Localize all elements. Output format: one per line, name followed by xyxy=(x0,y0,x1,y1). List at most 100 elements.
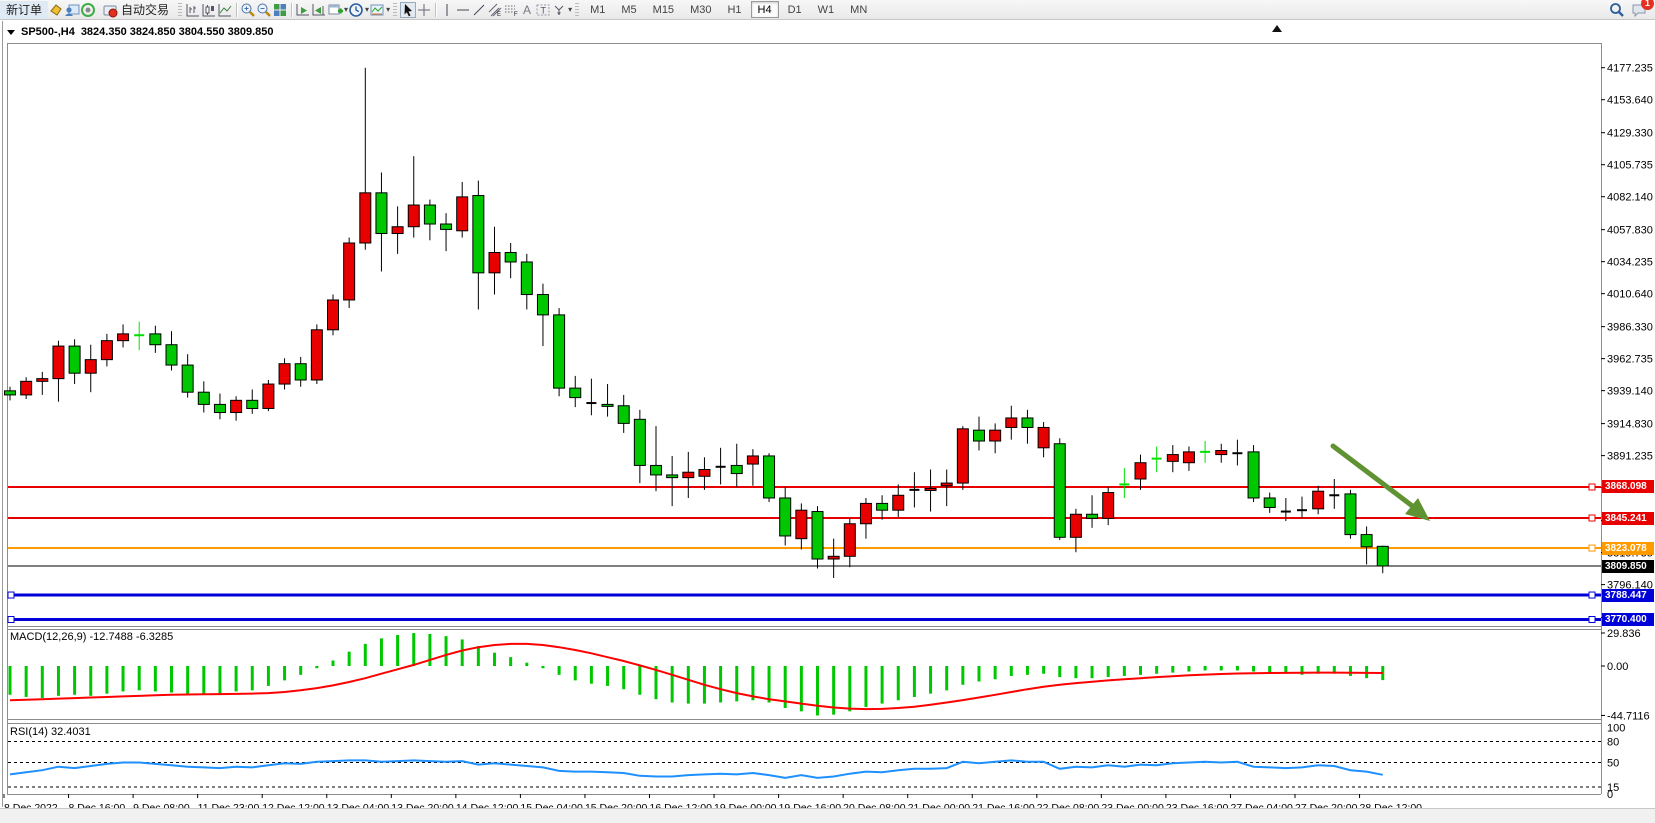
toolbar-grip[interactable] xyxy=(178,3,182,17)
pane-borders xyxy=(7,43,1602,795)
trendline-tool-icon[interactable] xyxy=(471,2,487,18)
label-tool-icon[interactable]: T xyxy=(535,2,551,18)
chart-shift-icon[interactable] xyxy=(311,2,327,18)
line-drag-handle[interactable] xyxy=(1589,592,1595,598)
chart-window: SP500-,H4 3824.350 3824.850 3804.550 380… xyxy=(0,21,1655,823)
svg-text:4010.640: 4010.640 xyxy=(1607,289,1653,301)
cursor-tool-icon[interactable] xyxy=(400,2,416,18)
timeframe-button-m1[interactable]: M1 xyxy=(583,1,612,18)
price-label-chip: 3845.241 xyxy=(1602,512,1654,525)
toolbar-separator xyxy=(291,3,292,17)
fibonacci-tool-icon[interactable]: F xyxy=(503,2,519,18)
crosshair-tool-icon[interactable] xyxy=(416,2,432,18)
svg-text:4129.330: 4129.330 xyxy=(1607,128,1653,140)
toolbar-separator xyxy=(236,3,237,17)
toolbar: 新订单 自动交易 ▾ ▾ xyxy=(0,0,1655,20)
timeframe-button-m15[interactable]: M15 xyxy=(646,1,681,18)
svg-text:A: A xyxy=(523,3,531,17)
arrows-caret[interactable]: ▾ xyxy=(568,5,572,14)
svg-text:4153.640: 4153.640 xyxy=(1607,95,1653,107)
svg-text:3914.830: 3914.830 xyxy=(1607,419,1653,431)
svg-text:50: 50 xyxy=(1607,758,1619,770)
timeframe-button-mn[interactable]: MN xyxy=(843,1,874,18)
template-caret[interactable]: ▾ xyxy=(386,5,390,14)
svg-text:T: T xyxy=(541,5,547,15)
text-tool-icon[interactable]: A xyxy=(519,2,535,18)
toolbar-separator xyxy=(435,3,436,17)
timeframe-button-m30[interactable]: M30 xyxy=(683,1,718,18)
rsi-label: RSI(14) 32.4031 xyxy=(10,726,91,738)
price-label-chip: 3809.850 xyxy=(1602,560,1654,573)
line-drag-handle[interactable] xyxy=(1589,545,1595,551)
svg-text:4057.830: 4057.830 xyxy=(1607,225,1653,237)
vertical-line-tool-icon[interactable] xyxy=(439,2,455,18)
svg-text:80: 80 xyxy=(1607,737,1619,749)
svg-text:29.836: 29.836 xyxy=(1607,628,1641,640)
macd-label: MACD(12,26,9) -12.7488 -6.3285 xyxy=(10,631,173,643)
candlesticks[interactable] xyxy=(5,68,1389,578)
radar-icon[interactable] xyxy=(80,2,96,18)
macd-histogram xyxy=(10,633,1383,715)
svg-text:0: 0 xyxy=(1607,789,1613,801)
equidistant-channel-tool-icon[interactable]: E xyxy=(487,2,503,18)
candlestick-type-icon[interactable] xyxy=(201,2,217,18)
horizontal-price-lines[interactable] xyxy=(8,484,1601,623)
timeframe-button-h1[interactable]: H1 xyxy=(720,1,748,18)
price-axis: 4177.235 4153.640 4129.330 4105.735 4082.140… xyxy=(1601,63,1653,801)
svg-text:4034.235: 4034.235 xyxy=(1607,257,1653,269)
line-drag-handle[interactable] xyxy=(8,617,14,623)
toolbar-grip[interactable] xyxy=(575,3,579,17)
line-drag-handle[interactable] xyxy=(1589,515,1595,521)
svg-text:3891.235: 3891.235 xyxy=(1607,451,1653,463)
profiles-clock-icon[interactable] xyxy=(348,2,364,18)
zoom-in-icon[interactable] xyxy=(240,2,256,18)
zoom-out-icon[interactable] xyxy=(256,2,272,18)
svg-text:3986.330: 3986.330 xyxy=(1607,322,1653,334)
price-label-chip: 3770.400 xyxy=(1602,613,1654,626)
svg-text:E: E xyxy=(497,12,501,18)
search-icon[interactable] xyxy=(1609,2,1625,18)
svg-text:4105.735: 4105.735 xyxy=(1607,160,1653,172)
macd-signal-line xyxy=(10,644,1383,709)
line-drag-handle[interactable] xyxy=(1589,617,1595,623)
timeframe-group: M1M5M15M30H1H4D1W1MN xyxy=(582,1,875,18)
toolbar-grip[interactable] xyxy=(393,3,397,17)
auto-scroll-icon[interactable] xyxy=(295,2,311,18)
svg-text:4082.140: 4082.140 xyxy=(1607,192,1653,204)
new-order-button[interactable]: 新订单 xyxy=(0,1,48,19)
svg-text:4177.235: 4177.235 xyxy=(1607,63,1653,75)
tile-windows-icon[interactable] xyxy=(272,2,288,18)
horizontal-line-tool-icon[interactable] xyxy=(455,2,471,18)
chart-canvas[interactable]: 4177.235 4153.640 4129.330 4105.735 4082.140… xyxy=(0,21,1655,823)
autotrading-label: 自动交易 xyxy=(121,1,169,18)
svg-text:F: F xyxy=(514,12,518,18)
line-drag-handle[interactable] xyxy=(8,592,14,598)
navigator-icon[interactable] xyxy=(64,2,80,18)
timeframe-button-h4[interactable]: H4 xyxy=(751,1,779,18)
new-order-label: 新订单 xyxy=(6,1,42,18)
svg-text:0.00: 0.00 xyxy=(1607,661,1628,673)
svg-text:-44.7116: -44.7116 xyxy=(1607,710,1650,722)
template-icon[interactable] xyxy=(369,2,385,18)
timeframe-button-d1[interactable]: D1 xyxy=(781,1,809,18)
price-label-chip: 3868.098 xyxy=(1602,480,1654,493)
svg-text:100: 100 xyxy=(1607,723,1625,735)
autotrading-icon xyxy=(102,2,118,18)
new-chart-icon[interactable] xyxy=(327,2,343,18)
arrows-tool-icon[interactable] xyxy=(551,2,567,18)
bar-chart-type-icon[interactable] xyxy=(185,2,201,18)
status-strip xyxy=(0,808,1655,823)
price-label-chip: 3788.447 xyxy=(1602,589,1654,602)
timeframe-button-m5[interactable]: M5 xyxy=(614,1,643,18)
line-chart-type-icon[interactable] xyxy=(217,2,233,18)
line-drag-handle[interactable] xyxy=(1589,484,1595,490)
notification-badge: 1 xyxy=(1641,0,1654,10)
price-label-chip: 3823.078 xyxy=(1602,542,1654,555)
notifications-chat-icon[interactable]: 1 xyxy=(1631,2,1647,18)
rsi-levels xyxy=(8,742,1601,788)
rsi-line xyxy=(10,760,1383,778)
timeframe-button-w1[interactable]: W1 xyxy=(811,1,842,18)
symbols-icon[interactable] xyxy=(48,2,64,18)
autotrading-button[interactable]: 自动交易 xyxy=(96,1,175,19)
svg-text:3939.140: 3939.140 xyxy=(1607,386,1653,398)
